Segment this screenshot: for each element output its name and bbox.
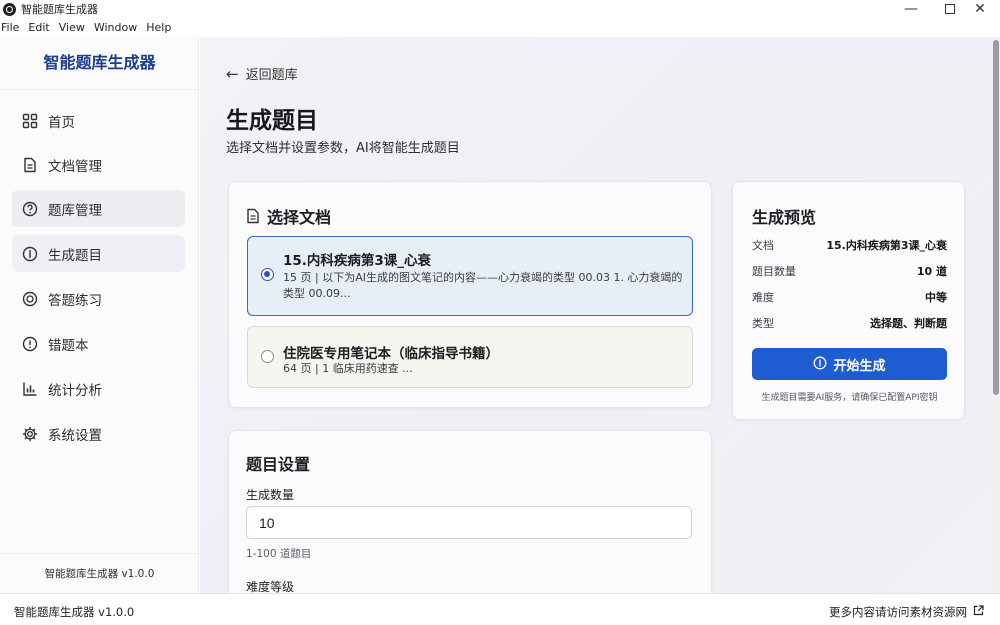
- sparkle-circle-icon: [21, 245, 39, 263]
- app-logo-icon: [3, 2, 16, 16]
- preview-label: 题目数量: [752, 265, 796, 278]
- minimize-button[interactable]: —: [891, 0, 931, 18]
- preview-value: 中等: [925, 291, 947, 304]
- preview-value: 15.内科疾病第3课_心衰: [826, 239, 947, 252]
- back-link[interactable]: ← 返回题库: [226, 64, 298, 84]
- sidebar-item-generate[interactable]: 生成题目: [12, 235, 185, 272]
- grid-icon: [21, 112, 39, 130]
- scrollbar-thumb[interactable]: [993, 40, 999, 395]
- document-meta: 15 页 | 以下为AI生成的图文笔记的内容——心力衰竭的类型 00.03 1.…: [283, 271, 683, 300]
- sidebar-brand: 智能题库生成器: [0, 37, 199, 90]
- gear-icon: [21, 425, 39, 443]
- document-title: 15.内科疾病第3课_心衰: [283, 253, 432, 269]
- sidebar-version: 智能题库生成器 v1.0.0: [0, 553, 199, 593]
- target-icon: [21, 290, 39, 308]
- resource-link-label: 更多内容请访问素材资源网: [829, 605, 967, 619]
- document-option[interactable]: 住院医专用笔记本（临床指导书籍） 64 页 | 1 临床用药速查 ...: [247, 326, 693, 388]
- sidebar-item-label: 答题练习: [48, 292, 102, 309]
- sidebar-item-label: 生成题目: [48, 247, 102, 264]
- radio-selected[interactable]: [261, 268, 274, 281]
- select-document-card: 选择文档 15.内科疾病第3课_心衰 15 页 | 以下为AI生成的图文笔记的内…: [228, 181, 712, 408]
- preview-label: 文档: [752, 239, 774, 252]
- count-label: 生成数量: [246, 488, 295, 502]
- alert-circle-icon: [21, 335, 39, 353]
- preview-value: 选择题、判断题: [870, 317, 947, 330]
- select-document-heading: 选择文档: [246, 204, 331, 228]
- sidebar-item-label: 统计分析: [48, 382, 102, 399]
- maximize-icon: [945, 4, 955, 14]
- menu-edit[interactable]: Edit: [28, 19, 49, 37]
- question-settings-card: 题目设置 生成数量 1-100 道题目 难度等级: [228, 430, 712, 593]
- menu-help[interactable]: Help: [146, 19, 171, 37]
- sidebar-item-mistakes[interactable]: 错题本: [12, 325, 185, 362]
- status-version: 智能题库生成器 v1.0.0: [14, 605, 135, 619]
- sidebar-item-home[interactable]: 首页: [12, 102, 185, 139]
- preview-row: 类型 选择题、判断题: [752, 315, 947, 331]
- document-option[interactable]: 15.内科疾病第3课_心衰 15 页 | 以下为AI生成的图文笔记的内容——心力…: [247, 236, 693, 316]
- difficulty-label: 难度等级: [246, 580, 295, 593]
- card-heading-text: 选择文档: [267, 208, 332, 227]
- sidebar: 智能题库生成器 首页 文档管理 题库管理 生成题目 答题练习 错题本 统计分析 …: [0, 37, 199, 593]
- preview-heading: 生成预览: [752, 208, 817, 227]
- preview-label: 难度: [752, 291, 774, 304]
- sidebar-item-documents[interactable]: 文档管理: [12, 146, 185, 183]
- menu-bar: File Edit View Window Help: [0, 19, 180, 37]
- preview-row: 文档 15.内科疾病第3课_心衰: [752, 237, 947, 253]
- menu-file[interactable]: File: [1, 19, 19, 37]
- document-title: 住院医专用笔记本（临床指导书籍）: [283, 346, 499, 362]
- status-bar: 智能题库生成器 v1.0.0 更多内容请访问素材资源网: [0, 593, 1000, 625]
- sparkle-circle-icon: [813, 356, 827, 373]
- bar-chart-icon: [21, 380, 39, 398]
- sidebar-item-practice[interactable]: 答题练习: [12, 280, 185, 317]
- question-circle-icon: [21, 200, 39, 218]
- page-description: 选择文档并设置参数，AI将智能生成题目: [226, 141, 460, 156]
- generation-preview-card: 生成预览 文档 15.内科疾病第3课_心衰 题目数量 10 道 难度 中等 类型…: [732, 181, 965, 420]
- sidebar-item-label: 题库管理: [48, 202, 102, 219]
- resource-link[interactable]: 更多内容请访问素材资源网: [829, 604, 984, 620]
- preview-value: 10 道: [916, 265, 947, 278]
- sidebar-item-label: 首页: [48, 114, 75, 131]
- start-generate-button[interactable]: 开始生成: [752, 348, 947, 380]
- radio-unselected[interactable]: [261, 350, 274, 363]
- count-hint: 1-100 道题目: [246, 548, 312, 560]
- document-icon: [246, 208, 260, 224]
- close-button[interactable]: ✕: [960, 0, 1000, 18]
- sidebar-item-label: 错题本: [48, 337, 89, 354]
- preview-row: 题目数量 10 道: [752, 263, 947, 279]
- back-label: 返回题库: [245, 68, 298, 83]
- document-meta: 64 页 | 1 临床用药速查 ...: [283, 362, 413, 375]
- external-link-icon: [973, 605, 984, 619]
- page-title: 生成题目: [226, 108, 318, 134]
- sidebar-item-label: 文档管理: [48, 158, 102, 175]
- main-content: ← 返回题库 生成题目 选择文档并设置参数，AI将智能生成题目 选择文档 15.…: [200, 37, 992, 593]
- start-generate-label: 开始生成: [833, 357, 886, 373]
- sidebar-item-label: 系统设置: [48, 427, 102, 444]
- settings-heading: 题目设置: [246, 455, 311, 474]
- count-input[interactable]: [246, 506, 692, 539]
- arrow-left-icon: ←: [226, 64, 239, 83]
- window-title: 智能题库生成器: [21, 3, 98, 16]
- title-bar: 智能题库生成器 — ✕: [0, 0, 1000, 18]
- menu-view[interactable]: View: [59, 19, 85, 37]
- document-icon: [21, 156, 39, 174]
- preview-label: 类型: [752, 317, 774, 330]
- sidebar-item-settings[interactable]: 系统设置: [12, 415, 185, 452]
- preview-row: 难度 中等: [752, 289, 947, 305]
- menu-window[interactable]: Window: [94, 19, 137, 37]
- api-key-note: 生成题目需要AI服务，请确保已配置API密钥: [761, 393, 938, 403]
- sidebar-item-statistics[interactable]: 统计分析: [12, 370, 185, 407]
- sidebar-item-question-bank[interactable]: 题库管理: [12, 190, 185, 227]
